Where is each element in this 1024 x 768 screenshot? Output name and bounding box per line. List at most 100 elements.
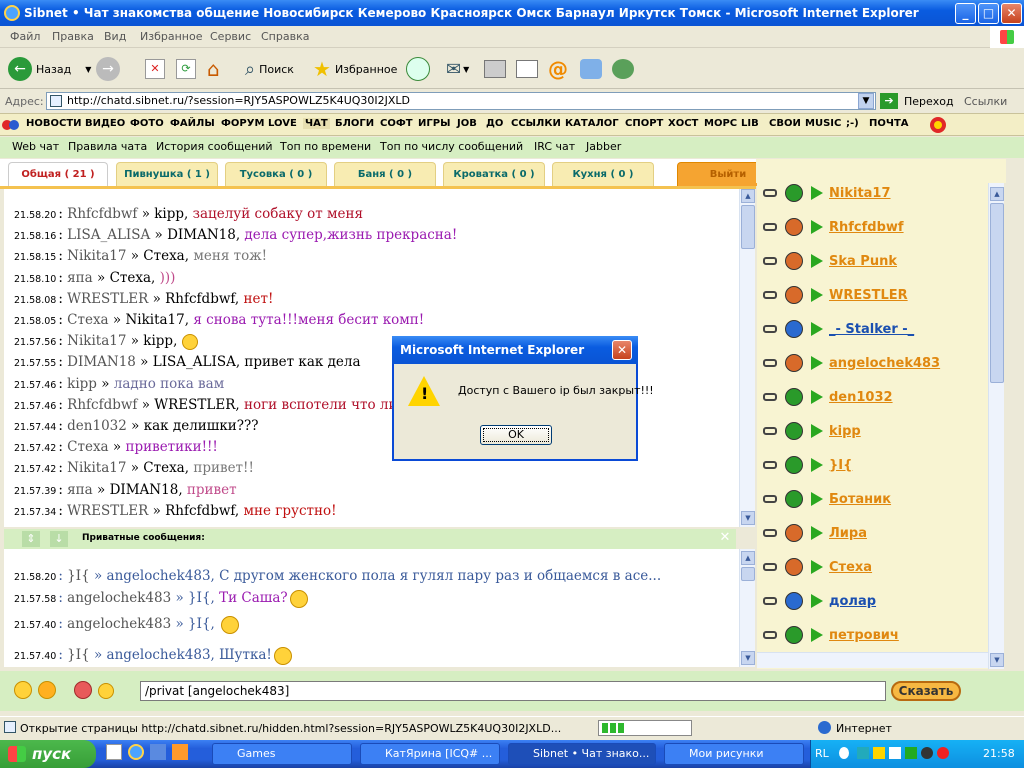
scroll-thumb[interactable] xyxy=(990,203,1004,383)
address-input[interactable]: http://chatd.sibnet.ru/?session=RJY5ASPO… xyxy=(46,92,876,110)
user-row[interactable]: Лира xyxy=(763,521,867,545)
subnav-irc[interactable]: IRC чат xyxy=(534,140,575,153)
nav-lib[interactable]: LIB xyxy=(741,118,759,129)
scroll-thumb[interactable] xyxy=(741,567,755,581)
menu-file[interactable]: Файл xyxy=(10,30,40,43)
stop-button[interactable]: ✕ xyxy=(145,55,165,83)
subnav-top-count[interactable]: Топ по числу сообщений xyxy=(380,140,523,153)
nav-links[interactable]: ССЫЛКИ xyxy=(511,118,561,129)
nav-soft[interactable]: СОФТ xyxy=(380,118,413,129)
glasses-icon[interactable] xyxy=(763,461,777,469)
ie-icon[interactable] xyxy=(128,744,144,760)
message-sender[interactable]: япа xyxy=(67,270,93,286)
messenger-button[interactable] xyxy=(580,55,602,83)
nav-mail[interactable]: ПОЧТА xyxy=(869,118,909,129)
menu-favorites[interactable]: Избранное xyxy=(140,30,202,43)
private-arrow-icon[interactable] xyxy=(811,220,823,234)
scroll-up-icon[interactable]: ▲ xyxy=(741,551,755,565)
private-arrow-icon[interactable] xyxy=(811,424,823,438)
forward-button[interactable]: → xyxy=(96,55,120,83)
chevron-down-icon[interactable]: ▼ xyxy=(85,65,91,74)
minimize-button[interactable]: _ xyxy=(955,3,976,24)
user-row[interactable]: _- Stalker -_ xyxy=(763,317,914,341)
message-sender[interactable]: angelochek483 xyxy=(67,590,171,606)
mail-button[interactable]: ✉ ▼ xyxy=(446,55,469,83)
tab-pivnushka[interactable]: Пивнушка ( 1 ) xyxy=(116,162,218,186)
user-name[interactable]: Rhfcfdbwf xyxy=(829,220,904,235)
glasses-icon[interactable] xyxy=(763,359,777,367)
home-button[interactable]: ⌂ xyxy=(207,55,220,83)
message-recipient[interactable]: angelochek483 xyxy=(107,568,211,584)
menu-help[interactable]: Справка xyxy=(261,30,309,43)
links-button[interactable]: Ссылки xyxy=(964,95,1007,108)
subnav-top-time[interactable]: Топ по времени xyxy=(280,140,371,153)
smiley-icon[interactable] xyxy=(14,681,32,699)
expand-up-icon[interactable]: ⇕ xyxy=(22,531,40,547)
sibnet-globe-icon[interactable] xyxy=(929,116,947,134)
glasses-icon[interactable] xyxy=(763,563,777,571)
user-name[interactable]: angelochek483 xyxy=(829,356,940,371)
glasses-icon[interactable] xyxy=(763,495,777,503)
private-arrow-icon[interactable] xyxy=(811,288,823,302)
user-row[interactable]: Стеха xyxy=(763,555,872,579)
message-recipient[interactable]: Rhfcfdbwf xyxy=(165,503,235,519)
user-row[interactable]: }I{ xyxy=(763,453,852,477)
tab-general[interactable]: Общая ( 21 ) xyxy=(8,162,108,186)
menu-view[interactable]: Вид xyxy=(104,30,126,43)
icq-icon[interactable] xyxy=(905,747,917,759)
nav-do[interactable]: ДО xyxy=(486,118,503,129)
message-sender[interactable]: WRESTLER xyxy=(67,503,148,519)
message-sender[interactable]: Rhfcfdbwf xyxy=(67,206,137,222)
print-button[interactable] xyxy=(484,55,506,83)
glasses-icon[interactable] xyxy=(763,427,777,435)
user-name[interactable]: Ботаник xyxy=(829,492,891,507)
message-sender[interactable]: япа xyxy=(67,482,93,498)
maximize-button[interactable]: □ xyxy=(978,3,999,24)
private-arrow-icon[interactable] xyxy=(811,628,823,642)
nav-love[interactable]: LOVE xyxy=(268,118,297,129)
message-recipient[interactable]: DIMAN18 xyxy=(110,482,179,498)
chat-scrollbar[interactable]: ▲ ▼ xyxy=(739,189,755,527)
search-button[interactable]: ⌕ Поиск xyxy=(245,55,294,83)
message-recipient[interactable]: Nikita17 xyxy=(125,312,184,328)
message-sender[interactable]: Nikita17 xyxy=(67,333,126,349)
angry-smiley-icon[interactable] xyxy=(38,681,56,699)
language-indicator[interactable]: RL xyxy=(815,747,829,760)
private-arrow-icon[interactable] xyxy=(811,458,823,472)
message-sender[interactable]: kipp xyxy=(67,376,97,392)
nav-photo[interactable]: ФОТО xyxy=(130,118,164,129)
message-sender[interactable]: den1032 xyxy=(67,418,127,434)
subnav-history[interactable]: История сообщений xyxy=(156,140,273,153)
user-row[interactable]: Nikita17 xyxy=(763,183,891,205)
nav-smile[interactable]: ;-) xyxy=(846,118,859,129)
nav-video[interactable]: ВИДЕО xyxy=(85,118,125,129)
za-icon[interactable] xyxy=(873,747,885,759)
glasses-icon[interactable] xyxy=(763,189,777,197)
message-sender[interactable]: Rhfcfdbwf xyxy=(67,397,137,413)
message-recipient[interactable]: DIMAN18 xyxy=(167,227,236,243)
scroll-down-icon[interactable]: ▼ xyxy=(990,653,1004,667)
message-input[interactable]: /privat [angelochek483] xyxy=(140,681,886,701)
message-sender[interactable]: angelochek483 xyxy=(67,616,171,632)
message-recipient[interactable]: }I{ xyxy=(188,590,211,606)
history-button[interactable] xyxy=(406,55,430,83)
task-games[interactable]: Games xyxy=(212,743,352,765)
expand-down-icon[interactable]: ↓ xyxy=(50,531,68,547)
message-sender[interactable]: Стеха xyxy=(67,312,108,328)
nav-blogs[interactable]: БЛОГИ xyxy=(335,118,374,129)
private-arrow-icon[interactable] xyxy=(811,356,823,370)
users-scrollbar[interactable]: ▲ ▼ xyxy=(988,183,1004,669)
message-recipient[interactable]: Стеха xyxy=(143,248,184,264)
glasses-icon[interactable] xyxy=(763,325,777,333)
media-icon[interactable] xyxy=(172,744,188,760)
user-name[interactable]: петрович xyxy=(829,628,899,643)
task-pictures[interactable]: Мои рисунки xyxy=(664,743,804,765)
desktop-icon[interactable] xyxy=(106,744,122,760)
task-icq[interactable]: КатЯрина [ICQ# ... xyxy=(360,743,500,765)
chevron-down-icon[interactable]: ▼ xyxy=(463,65,469,74)
contacts-button[interactable] xyxy=(612,55,634,83)
nav-files[interactable]: ФАЙЛЫ xyxy=(170,118,215,129)
glasses-icon[interactable] xyxy=(763,291,777,299)
scroll-up-icon[interactable]: ▲ xyxy=(990,187,1004,201)
user-row[interactable]: Ботаник xyxy=(763,487,891,511)
